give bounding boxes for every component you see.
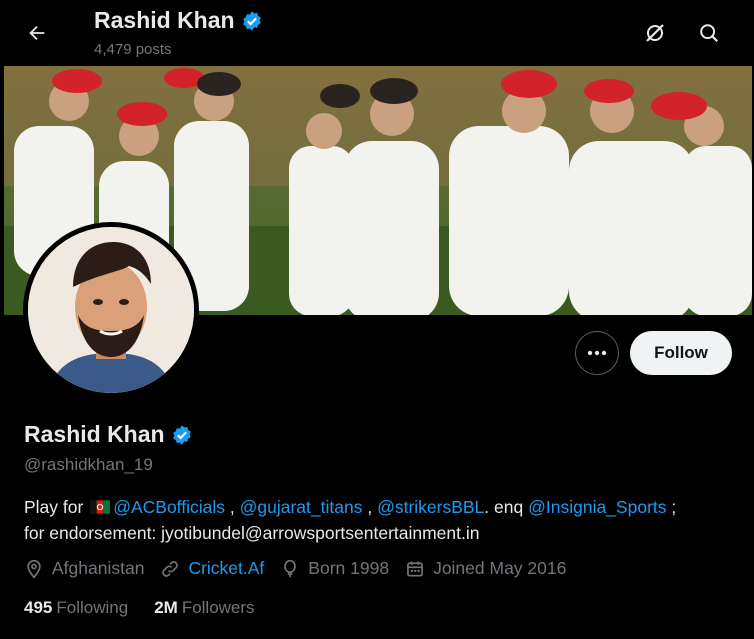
- bio-link-gujarat-titans[interactable]: @gujarat_titans: [240, 497, 363, 517]
- balloon-icon: [284, 559, 297, 577]
- bio-link-insignia-sports[interactable]: @Insignia_Sports: [528, 497, 666, 517]
- followers-link[interactable]: 2M Followers: [154, 598, 254, 618]
- more-icon: [587, 350, 607, 356]
- followers-label: Followers: [181, 598, 255, 617]
- search-button[interactable]: [690, 14, 728, 52]
- following-label: Following: [56, 598, 129, 617]
- born-item: Born 1998: [280, 558, 389, 579]
- follow-counts: 495 Following 2M Followers: [24, 598, 281, 618]
- joined-item: Joined May 2016: [405, 558, 566, 579]
- profile-name: Rashid Khan: [24, 421, 165, 447]
- follow-button[interactable]: Follow: [630, 331, 732, 375]
- search-icon: [700, 24, 719, 43]
- bio-line-1: Play for @ACBofficials , @gujarat_titans…: [24, 494, 739, 520]
- link-icon: [162, 560, 179, 577]
- profile-meta: Afghanistan Cricket.Af Born 1998 Joined …: [24, 558, 582, 579]
- avatar: [28, 227, 194, 393]
- more-options-button[interactable]: [575, 331, 619, 375]
- calendar-icon: [407, 561, 423, 576]
- bio-line-2: for endorsement: jyotibundel@arrowsports…: [24, 523, 480, 543]
- profile-handle: @rashidkhan_19: [24, 455, 153, 474]
- grok-icon: [646, 24, 664, 42]
- header-title: Rashid Khan: [94, 7, 263, 34]
- header-name: Rashid Khan: [94, 7, 235, 33]
- bio-separator: ,: [225, 497, 235, 517]
- profile-bio: Play for @ACBofficials , @gujarat_titans…: [24, 494, 739, 546]
- website-item: Cricket.Af: [160, 558, 264, 579]
- bio-separator: ;: [666, 497, 677, 517]
- avatar-frame[interactable]: [23, 222, 199, 398]
- bio-separator: ,: [362, 497, 373, 517]
- back-arrow-icon: [29, 25, 45, 41]
- posts-count: 4,479 posts: [94, 41, 172, 58]
- following-count: 495: [24, 598, 53, 617]
- following-link[interactable]: 495 Following: [24, 598, 128, 618]
- bio-link-acbofficials[interactable]: @ACBofficials: [113, 497, 225, 517]
- verified-badge-icon: [242, 10, 261, 31]
- avatar-illustration: [28, 227, 194, 393]
- grok-button[interactable]: [636, 14, 674, 52]
- born-text: Born 1998: [308, 558, 390, 578]
- profile-name-row: Rashid Khan: [24, 421, 193, 448]
- bio-prefix: Play for: [24, 497, 84, 517]
- bio-text: . enq: [484, 497, 524, 517]
- location-text: Afghanistan: [52, 558, 145, 578]
- bio-link-strikersbbl[interactable]: @strikersBBL: [377, 497, 484, 517]
- joined-text: Joined May 2016: [433, 558, 567, 578]
- top-bar: Rashid Khan 4,479 posts: [0, 0, 754, 66]
- website-link[interactable]: Cricket.Af: [188, 558, 264, 579]
- location-icon: [27, 559, 41, 579]
- followers-count: 2M: [154, 598, 178, 617]
- verified-badge-icon[interactable]: [171, 424, 193, 446]
- location-item: Afghanistan: [24, 558, 144, 579]
- flag-icon: [90, 500, 111, 514]
- back-button[interactable]: [18, 14, 56, 52]
